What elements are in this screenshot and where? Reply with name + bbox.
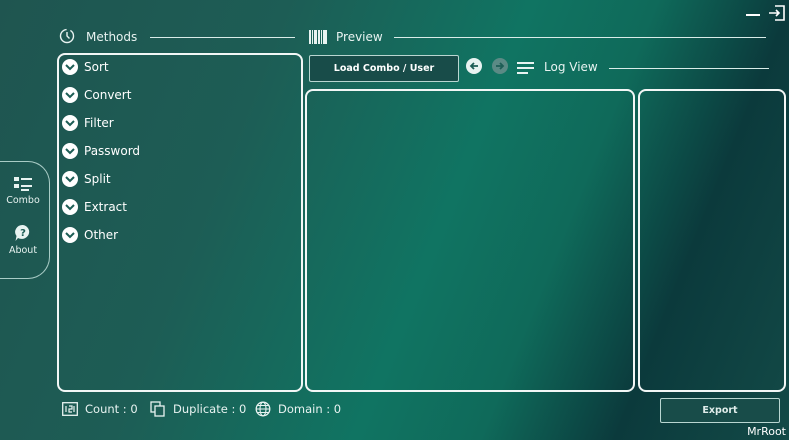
sidebar: Combo ? About [0, 161, 50, 279]
method-password[interactable]: Password [62, 141, 140, 161]
method-other[interactable]: Other [62, 225, 118, 245]
count-stat: Count : 0 [62, 400, 138, 418]
log-view-title: Log View [544, 60, 598, 74]
method-label: Split [84, 172, 111, 186]
arrow-left-icon [469, 62, 478, 70]
methods-title: Methods [86, 30, 138, 44]
chevron-down-icon [62, 59, 78, 75]
method-label: Filter [84, 116, 114, 130]
method-label: Extract [84, 200, 127, 214]
load-combo-button[interactable]: Load Combo / User [309, 55, 459, 82]
exit-button[interactable] [768, 4, 786, 22]
method-sort[interactable]: Sort [62, 57, 109, 77]
method-label: Password [84, 144, 141, 158]
method-label: Sort [84, 60, 109, 74]
log-view-panel[interactable] [638, 89, 786, 392]
chevron-down-icon [62, 143, 78, 159]
domain-stat: Domain : 0 [255, 400, 341, 418]
method-convert[interactable]: Convert [62, 85, 131, 105]
arrow-right-icon [496, 62, 505, 70]
svg-text:?: ? [20, 228, 26, 239]
brand-label: MrRoot [747, 425, 786, 438]
sidebar-item-about[interactable]: ? About [0, 224, 48, 256]
minimize-button[interactable] [744, 4, 762, 22]
method-label: Other [84, 228, 119, 242]
method-filter[interactable]: Filter [62, 113, 114, 133]
sidebar-item-combo[interactable]: Combo [0, 176, 48, 206]
copy-icon [150, 401, 166, 417]
log-view-divider [609, 68, 769, 69]
sidebar-item-label: Combo [6, 195, 40, 206]
count-label: Count : 0 [85, 402, 138, 416]
app-window: { "window": { "brand": "MrRoot" }, "side… [0, 0, 789, 440]
exit-icon [769, 5, 785, 21]
chevron-down-icon [62, 227, 78, 243]
method-extract[interactable]: Extract [62, 197, 127, 217]
barcode-icon [309, 29, 327, 48]
methods-divider [150, 37, 295, 38]
counter-icon [62, 402, 78, 416]
preview-title: Preview [336, 30, 383, 44]
back-button[interactable] [466, 58, 482, 74]
domain-label: Domain : 0 [278, 402, 342, 416]
duplicate-stat: Duplicate : 0 [150, 400, 246, 418]
chevron-down-icon [62, 115, 78, 131]
minimize-icon [746, 14, 760, 16]
method-split[interactable]: Split [62, 169, 111, 189]
method-label: Convert [84, 88, 132, 102]
chevron-down-icon [62, 87, 78, 103]
export-button[interactable]: Export [660, 398, 780, 423]
list-icon [14, 177, 32, 191]
duplicate-label: Duplicate : 0 [173, 402, 247, 416]
chevron-down-icon [62, 171, 78, 187]
preview-divider [394, 37, 766, 38]
help-bubble-icon: ? [15, 224, 30, 241]
preview-panel[interactable] [305, 89, 635, 392]
menu-lines-icon [517, 60, 535, 79]
chevron-down-icon [62, 199, 78, 215]
sidebar-item-label: About [8, 245, 38, 256]
forward-button[interactable] [492, 58, 508, 74]
clock-icon [59, 28, 75, 48]
globe-icon [255, 401, 271, 417]
